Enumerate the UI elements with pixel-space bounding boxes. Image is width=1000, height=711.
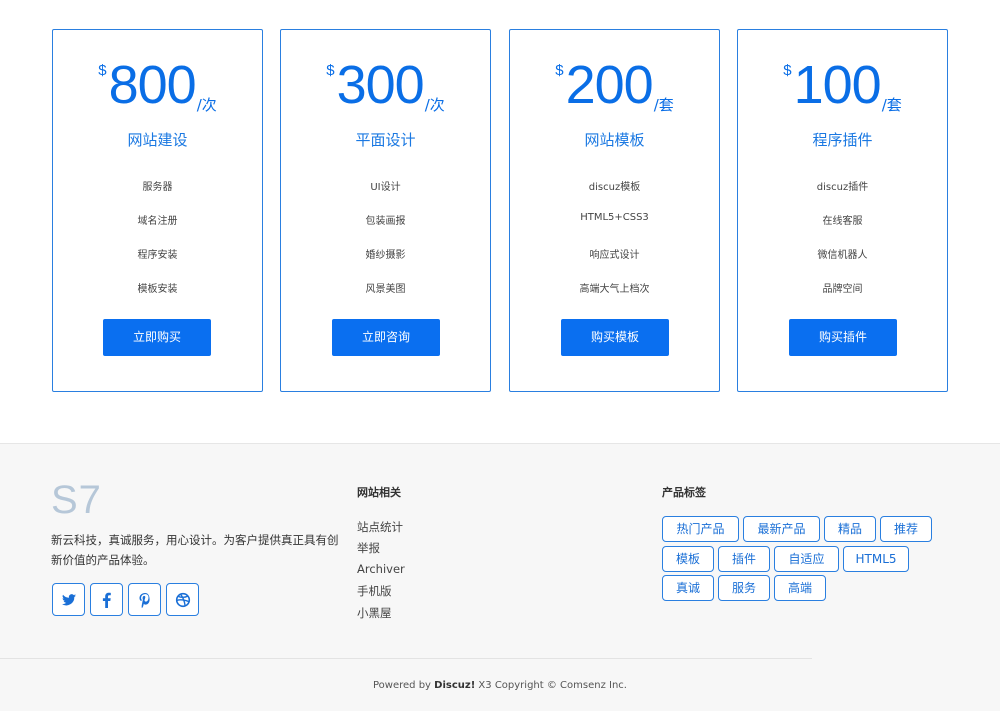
tag-item[interactable]: 热门产品 bbox=[662, 516, 739, 542]
price-amount: 100 bbox=[793, 55, 882, 115]
plan-feature: 风景美图 bbox=[365, 284, 406, 295]
plan-feature: HTML5+CSS3 bbox=[580, 212, 649, 223]
consult-now-button[interactable]: 立即咨询 bbox=[332, 319, 440, 356]
price: $ 800 /次 bbox=[53, 56, 262, 116]
pricing-card: $ 200 /套 网站模板 discuz模板 HTML5+CSS3 响应式设计 … bbox=[509, 29, 720, 392]
price-unit: /次 bbox=[196, 96, 217, 114]
plan-title: 程序插件 bbox=[812, 131, 873, 149]
tag-item[interactable]: 自适应 bbox=[774, 546, 839, 572]
plan-feature: 婚纱摄影 bbox=[365, 250, 406, 261]
plan-feature: discuz模板 bbox=[588, 182, 641, 193]
footer-link-archiver[interactable]: Archiver bbox=[357, 562, 405, 576]
price: $ 100 /套 bbox=[738, 56, 947, 116]
pinterest-button[interactable] bbox=[128, 583, 161, 616]
tag-item[interactable]: 最新产品 bbox=[743, 516, 820, 542]
tags-title: 产品标签 bbox=[662, 486, 706, 499]
links-title: 网站相关 bbox=[357, 486, 401, 499]
plan-feature: 域名注册 bbox=[137, 216, 178, 227]
price-unit: /套 bbox=[881, 96, 902, 114]
discuz-link[interactable]: Discuz! bbox=[434, 680, 475, 691]
price-currency: $ bbox=[555, 62, 564, 79]
plan-feature: 在线客服 bbox=[822, 216, 863, 227]
pricing-card: $ 100 /套 程序插件 discuz插件 在线客服 微信机器人 品牌空间 购… bbox=[737, 29, 948, 392]
price-currency: $ bbox=[783, 62, 792, 79]
plan-feature: 包装画报 bbox=[365, 216, 406, 227]
copyright-suffix: X3 Copyright © Comsenz Inc. bbox=[475, 680, 627, 691]
plan-feature: 模板安装 bbox=[137, 284, 178, 295]
plan-feature: 品牌空间 bbox=[822, 284, 863, 295]
pricing-card: $ 800 /次 网站建设 服务器 域名注册 程序安装 模板安装 立即购买 bbox=[52, 29, 263, 392]
price-amount: 200 bbox=[565, 55, 654, 115]
price-unit: /次 bbox=[424, 96, 445, 114]
footer-link-stats[interactable]: 站点统计 bbox=[357, 519, 403, 535]
pricing-section: $ 800 /次 网站建设 服务器 域名注册 程序安装 模板安装 立即购买 $ … bbox=[0, 0, 1000, 443]
price-unit: /套 bbox=[653, 96, 674, 114]
buy-template-button[interactable]: 购买模板 bbox=[561, 319, 669, 356]
price: $ 200 /套 bbox=[510, 56, 719, 116]
price: $ 300 /次 bbox=[281, 56, 490, 116]
plan-feature: 程序安装 bbox=[137, 250, 178, 261]
copyright: Powered by Discuz! X3 Copyright © Comsen… bbox=[0, 680, 1000, 691]
plan-feature: 服务器 bbox=[142, 182, 173, 193]
plan-title: 平面设计 bbox=[355, 131, 416, 149]
twitter-icon bbox=[62, 594, 76, 606]
footer-link-mobile[interactable]: 手机版 bbox=[357, 583, 392, 599]
tag-item[interactable]: 服务 bbox=[718, 575, 770, 601]
plan-feature: UI设计 bbox=[370, 182, 401, 193]
dribbble-icon bbox=[175, 592, 191, 608]
price-amount: 800 bbox=[108, 55, 197, 115]
copyright-prefix: Powered by bbox=[373, 680, 435, 691]
plan-title: 网站模板 bbox=[584, 131, 645, 149]
buy-plugin-button[interactable]: 购买插件 bbox=[789, 319, 897, 356]
tag-item[interactable]: 模板 bbox=[662, 546, 714, 572]
plan-feature: 微信机器人 bbox=[817, 250, 868, 261]
tag-item[interactable]: 高端 bbox=[774, 575, 826, 601]
facebook-icon bbox=[102, 592, 111, 608]
tag-item[interactable]: HTML5 bbox=[843, 546, 909, 572]
footer-link-report[interactable]: 举报 bbox=[357, 540, 380, 556]
footer: S7 新云科技，真诚服务，用心设计。为客户提供真正具有创新价值的产品体验。 网站… bbox=[0, 443, 1000, 711]
facebook-button[interactable] bbox=[90, 583, 123, 616]
pricing-card: $ 300 /次 平面设计 UI设计 包装画报 婚纱摄影 风景美图 立即咨询 bbox=[280, 29, 491, 392]
plan-title: 网站建设 bbox=[127, 131, 188, 149]
dribbble-button[interactable] bbox=[166, 583, 199, 616]
tag-item[interactable]: 推荐 bbox=[880, 516, 932, 542]
footer-logo: S7 bbox=[51, 478, 102, 522]
plan-feature: 响应式设计 bbox=[589, 250, 640, 261]
buy-now-button[interactable]: 立即购买 bbox=[103, 319, 211, 356]
price-currency: $ bbox=[98, 62, 107, 79]
footer-description: 新云科技，真诚服务，用心设计。为客户提供真正具有创新价值的产品体验。 bbox=[51, 533, 339, 567]
tag-item[interactable]: 插件 bbox=[718, 546, 770, 572]
footer-divider bbox=[0, 658, 812, 659]
price-currency: $ bbox=[326, 62, 335, 79]
tag-item[interactable]: 真诚 bbox=[662, 575, 714, 601]
plan-feature: 高端大气上档次 bbox=[579, 284, 650, 295]
tag-item[interactable]: 精品 bbox=[824, 516, 876, 542]
pinterest-icon bbox=[139, 593, 150, 608]
footer-link-blackroom[interactable]: 小黑屋 bbox=[357, 605, 392, 621]
plan-feature: discuz插件 bbox=[816, 182, 869, 193]
price-amount: 300 bbox=[336, 55, 425, 115]
twitter-button[interactable] bbox=[52, 583, 85, 616]
